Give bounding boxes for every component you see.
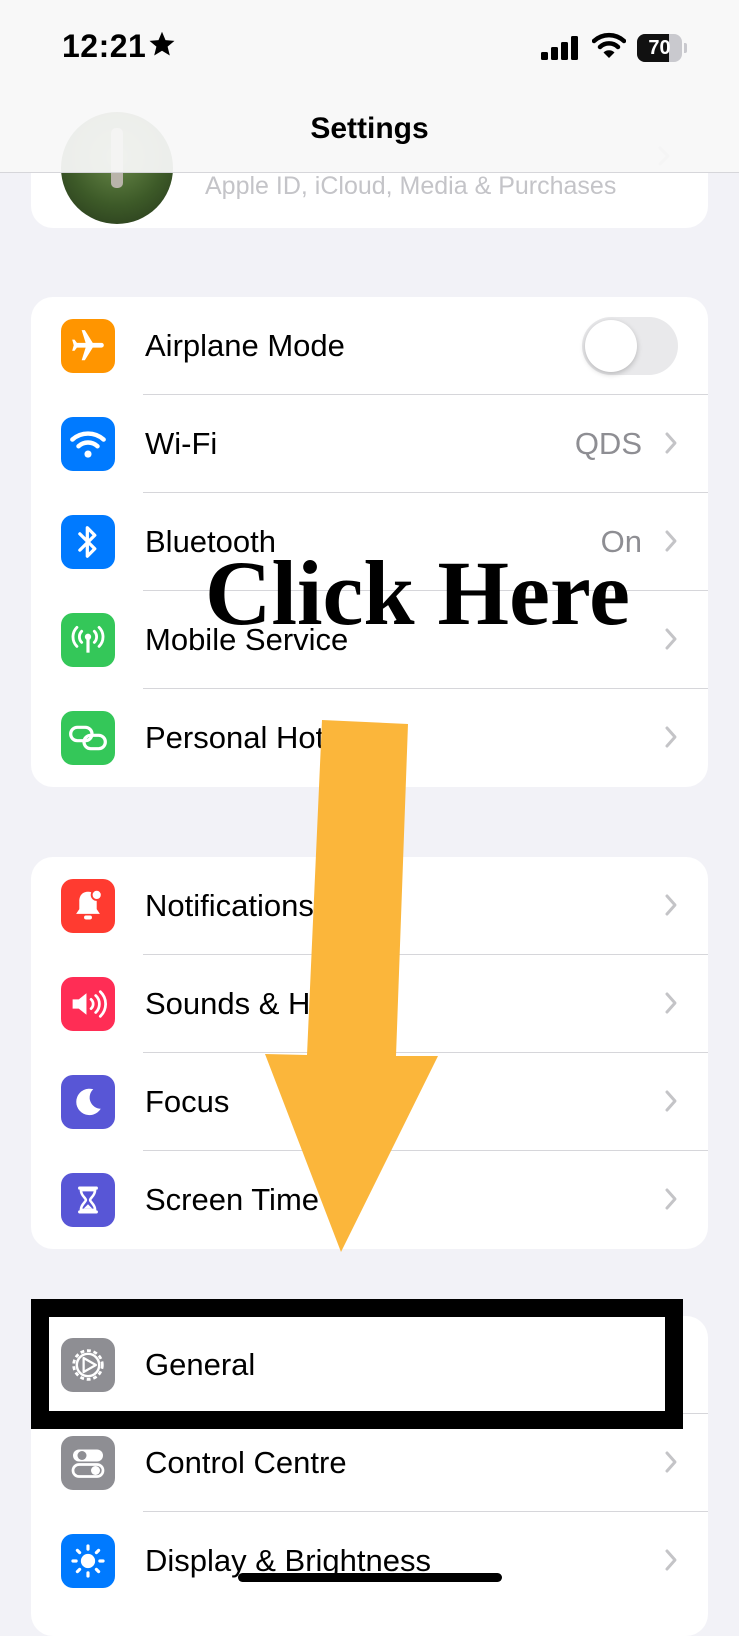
chevron-right-icon bbox=[664, 1187, 678, 1216]
home-indicator[interactable] bbox=[238, 1573, 502, 1582]
click-here-annotation: Click Here bbox=[205, 542, 630, 644]
settings-row-label: Control Centre bbox=[145, 1445, 347, 1480]
settings-row-airplane-mode: Airplane Mode bbox=[31, 297, 708, 395]
settings-row-label: Airplane Mode bbox=[145, 328, 345, 363]
page-title: Settings bbox=[310, 112, 429, 145]
wifi-status-icon bbox=[591, 32, 627, 65]
chevron-right-icon bbox=[664, 1450, 678, 1479]
chevron-right-icon bbox=[664, 529, 678, 558]
wifi-icon bbox=[61, 417, 115, 471]
hourglass-icon bbox=[61, 1173, 115, 1227]
battery-percent: 70 bbox=[648, 37, 671, 59]
toggles-icon bbox=[61, 1436, 115, 1490]
cellular-signal-icon bbox=[541, 36, 579, 65]
status-time: 12:21 bbox=[62, 28, 147, 64]
status-bar: 12:21 70 bbox=[0, 0, 739, 100]
chevron-right-icon bbox=[664, 627, 678, 656]
settings-row-wifi[interactable]: Wi-Fi QDS bbox=[31, 395, 708, 493]
star-icon bbox=[148, 30, 176, 63]
down-arrow-annotation bbox=[250, 700, 450, 1265]
settings-row-label: Wi-Fi bbox=[145, 426, 218, 461]
general-highlight-box bbox=[31, 1299, 683, 1429]
chevron-right-icon bbox=[664, 1548, 678, 1577]
settings-row-label: Focus bbox=[145, 1084, 230, 1119]
chevron-right-icon bbox=[664, 431, 678, 460]
bluetooth-icon bbox=[61, 515, 115, 569]
down-arrow-shape bbox=[265, 720, 438, 1252]
chevron-right-icon bbox=[664, 725, 678, 754]
settings-row-display-brightness[interactable]: Display & Brightness bbox=[31, 1512, 708, 1610]
antenna-icon bbox=[61, 613, 115, 667]
sun-icon bbox=[61, 1534, 115, 1588]
chevron-right-icon bbox=[664, 893, 678, 922]
airplane-mode-toggle[interactable] bbox=[582, 317, 678, 375]
apple-id-subtitle: Apple ID, iCloud, Media & Purchases bbox=[205, 172, 617, 200]
chevron-right-icon bbox=[664, 1089, 678, 1118]
bell-icon bbox=[61, 879, 115, 933]
airplane-icon bbox=[61, 319, 115, 373]
hotspot-link-icon bbox=[61, 711, 115, 765]
wifi-network-value: QDS bbox=[574, 426, 642, 461]
moon-icon bbox=[61, 1075, 115, 1129]
speaker-icon bbox=[61, 977, 115, 1031]
chevron-right-icon bbox=[664, 991, 678, 1020]
battery-icon: 70 bbox=[637, 34, 687, 62]
